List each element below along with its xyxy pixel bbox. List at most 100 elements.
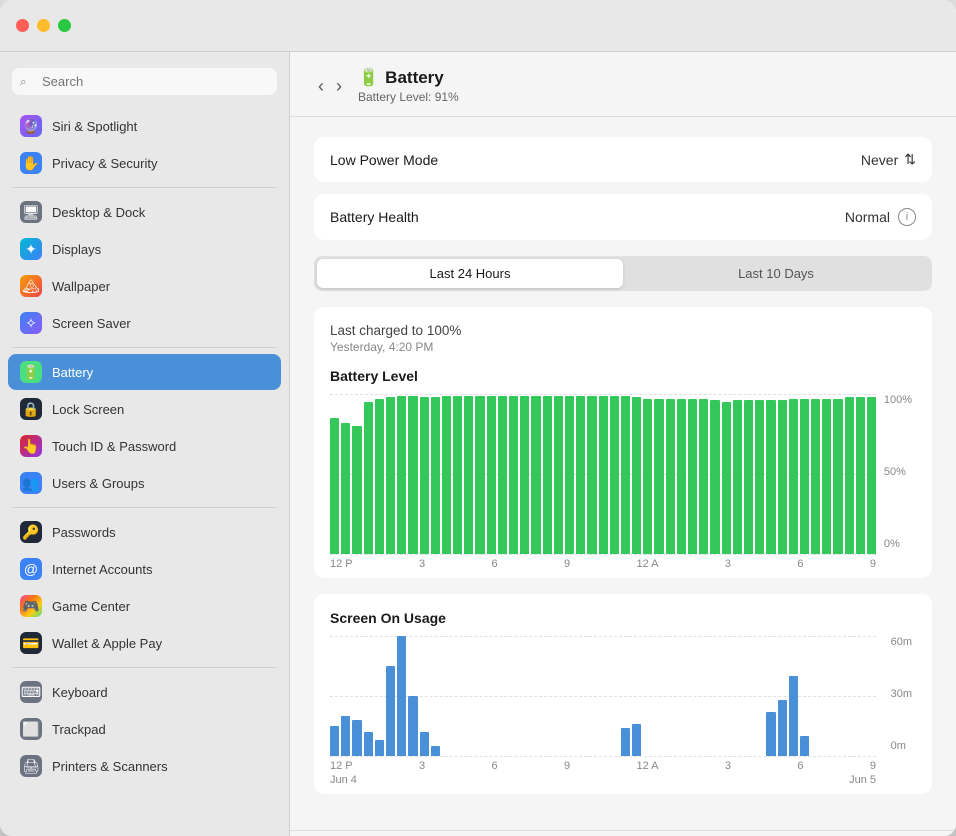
- battery-bar: [766, 400, 775, 554]
- screen-bar: [386, 666, 395, 756]
- battery-bar: [621, 396, 630, 554]
- title-bar: [0, 0, 956, 52]
- battery-bar: [475, 396, 484, 554]
- maximize-button[interactable]: [58, 19, 71, 32]
- battery-bar: [599, 396, 608, 554]
- main-content-area: ⌕ 🔮Siri & Spotlight ✋ Privacy & Security 🖥D…: [0, 52, 956, 836]
- sidebar-label-passwords: Passwords: [52, 525, 116, 540]
- wallpaper-icon: 🏔: [20, 275, 42, 297]
- screen-x-labels: 12 P 3 6 9 12 A 3 6 9: [330, 756, 916, 772]
- screen-bar: [766, 712, 775, 756]
- settings-body: Low Power Mode Never ⇅ Battery Health No…: [290, 117, 956, 830]
- tab-24h[interactable]: Last 24 Hours: [317, 259, 623, 288]
- battery-bar: [778, 400, 787, 554]
- users-icon: 👥: [20, 472, 42, 494]
- battery-bar: [386, 397, 395, 554]
- screen-x-label-12a: 12 A: [636, 760, 658, 772]
- battery-bar: [453, 396, 462, 554]
- sidebar-item-users[interactable]: 👥 Users & Groups: [8, 465, 281, 501]
- internet-icon: @: [20, 558, 42, 580]
- battery-bar: [431, 397, 440, 554]
- divider-after-wallet: [12, 667, 277, 668]
- sidebar-item-wallpaper[interactable]: 🏔Wallpaper: [8, 268, 281, 304]
- last-charged-info: Last charged to 100% Yesterday, 4:20 PM: [330, 323, 916, 354]
- screen-bar: [431, 746, 440, 756]
- sidebar-item-trackpad[interactable]: ⬜Trackpad: [8, 711, 281, 747]
- battery-bar: [822, 399, 831, 554]
- info-icon[interactable]: i: [898, 208, 916, 226]
- siri-icon: 🔮: [20, 115, 42, 137]
- battery-bar: [498, 396, 507, 554]
- sidebar-label-battery: Battery: [52, 365, 93, 380]
- battery-bar: [666, 399, 675, 554]
- sidebar-item-lockscreen[interactable]: 🔒Lock Screen: [8, 391, 281, 427]
- battery-bar: [397, 396, 406, 554]
- sidebar-item-displays[interactable]: ✦Displays: [8, 231, 281, 267]
- screen-bar: [789, 676, 798, 756]
- sidebar-item-internet[interactable]: @Internet Accounts: [8, 551, 281, 587]
- sidebar-label-desktop: Desktop & Dock: [52, 205, 145, 220]
- screen-bar: [420, 732, 429, 756]
- sidebar-label-trackpad: Trackpad: [52, 722, 106, 737]
- tab-10d[interactable]: Last 10 Days: [623, 259, 929, 288]
- screen-usage-chart-section: Screen On Usage 60m 30m 0m: [314, 594, 932, 794]
- sidebar-item-screensaver[interactable]: ✧Screen Saver: [8, 305, 281, 341]
- battery-bar: [610, 396, 619, 554]
- screen-x-label-3p: 3: [725, 760, 731, 772]
- traffic-lights: [16, 19, 71, 32]
- gamecenter-icon: 🎮: [20, 595, 42, 617]
- low-power-mode-row: Low Power Mode Never ⇅: [314, 137, 932, 182]
- y-label-100: 100%: [884, 394, 912, 406]
- sidebar-item-passwords[interactable]: 🔑 Passwords: [8, 514, 281, 550]
- sidebar-item-privacy[interactable]: ✋ Privacy & Security: [8, 145, 281, 181]
- low-power-mode-label: Low Power Mode: [330, 152, 438, 168]
- battery-bar: [811, 399, 820, 554]
- back-button[interactable]: ‹: [314, 74, 328, 99]
- close-button[interactable]: [16, 19, 29, 32]
- battery-bar: [733, 400, 742, 554]
- screen-x-label-9a: 9: [564, 760, 570, 772]
- battery-icon: 🔋: [20, 361, 42, 383]
- y-label-0: 0%: [884, 538, 912, 550]
- last-charged-title: Last charged to 100%: [330, 323, 916, 338]
- header-title-area: 🔋 Battery Battery Level: 91%: [358, 68, 459, 104]
- search-box[interactable]: ⌕: [12, 68, 277, 95]
- minimize-button[interactable]: [37, 19, 50, 32]
- sidebar-label-lockscreen: Lock Screen: [52, 402, 124, 417]
- passwords-icon: 🔑: [20, 521, 42, 543]
- sidebar-item-desktop[interactable]: 🖥Desktop & Dock: [8, 194, 281, 230]
- sidebar-item-battery[interactable]: 🔋 Battery: [8, 354, 281, 390]
- screen-x-label-9p: 9: [870, 760, 876, 772]
- battery-bar: [833, 399, 842, 554]
- sidebar-item-printers[interactable]: 🖨Printers & Scanners: [8, 748, 281, 784]
- date-jun4: Jun 4: [330, 774, 357, 786]
- divider-after-screensaver: [12, 347, 277, 348]
- wallet-icon: 💳: [20, 632, 42, 654]
- keyboard-icon: ⌨: [20, 681, 42, 703]
- sidebar-item-gamecenter[interactable]: 🎮Game Center: [8, 588, 281, 624]
- forward-button[interactable]: ›: [332, 74, 346, 99]
- screen-y-labels: 60m 30m 0m: [891, 636, 912, 756]
- search-input[interactable]: [12, 68, 277, 95]
- privacy-icon: ✋: [20, 152, 42, 174]
- battery-bar: [867, 397, 876, 554]
- battery-health-label: Battery Health: [330, 209, 419, 225]
- x-label-6p: 6: [797, 558, 803, 570]
- sidebar-label-screensaver: Screen Saver: [52, 316, 131, 331]
- battery-icon: 🔋: [358, 68, 379, 88]
- y-label-50: 50%: [884, 466, 912, 478]
- battery-bar: [699, 399, 708, 554]
- divider-after-privacy: [12, 187, 277, 188]
- sidebar-label-users: Users & Groups: [52, 476, 144, 491]
- sidebar-item-keyboard[interactable]: ⌨Keyboard: [8, 674, 281, 710]
- date-jun5: Jun 5: [849, 774, 876, 786]
- battery-health-value: Normal i: [845, 208, 916, 226]
- low-power-mode-value[interactable]: Never ⇅: [861, 151, 916, 168]
- sidebar-label-privacy: Privacy & Security: [52, 156, 157, 171]
- divider-after-users: [12, 507, 277, 508]
- sidebar-item-wallet[interactable]: 💳Wallet & Apple Pay: [8, 625, 281, 661]
- sidebar-item-touchid[interactable]: 👆Touch ID & Password: [8, 428, 281, 464]
- screen-y-label-0: 0m: [891, 740, 912, 752]
- sidebar-item-siri[interactable]: 🔮Siri & Spotlight: [8, 108, 281, 144]
- x-label-9p: 9: [870, 558, 876, 570]
